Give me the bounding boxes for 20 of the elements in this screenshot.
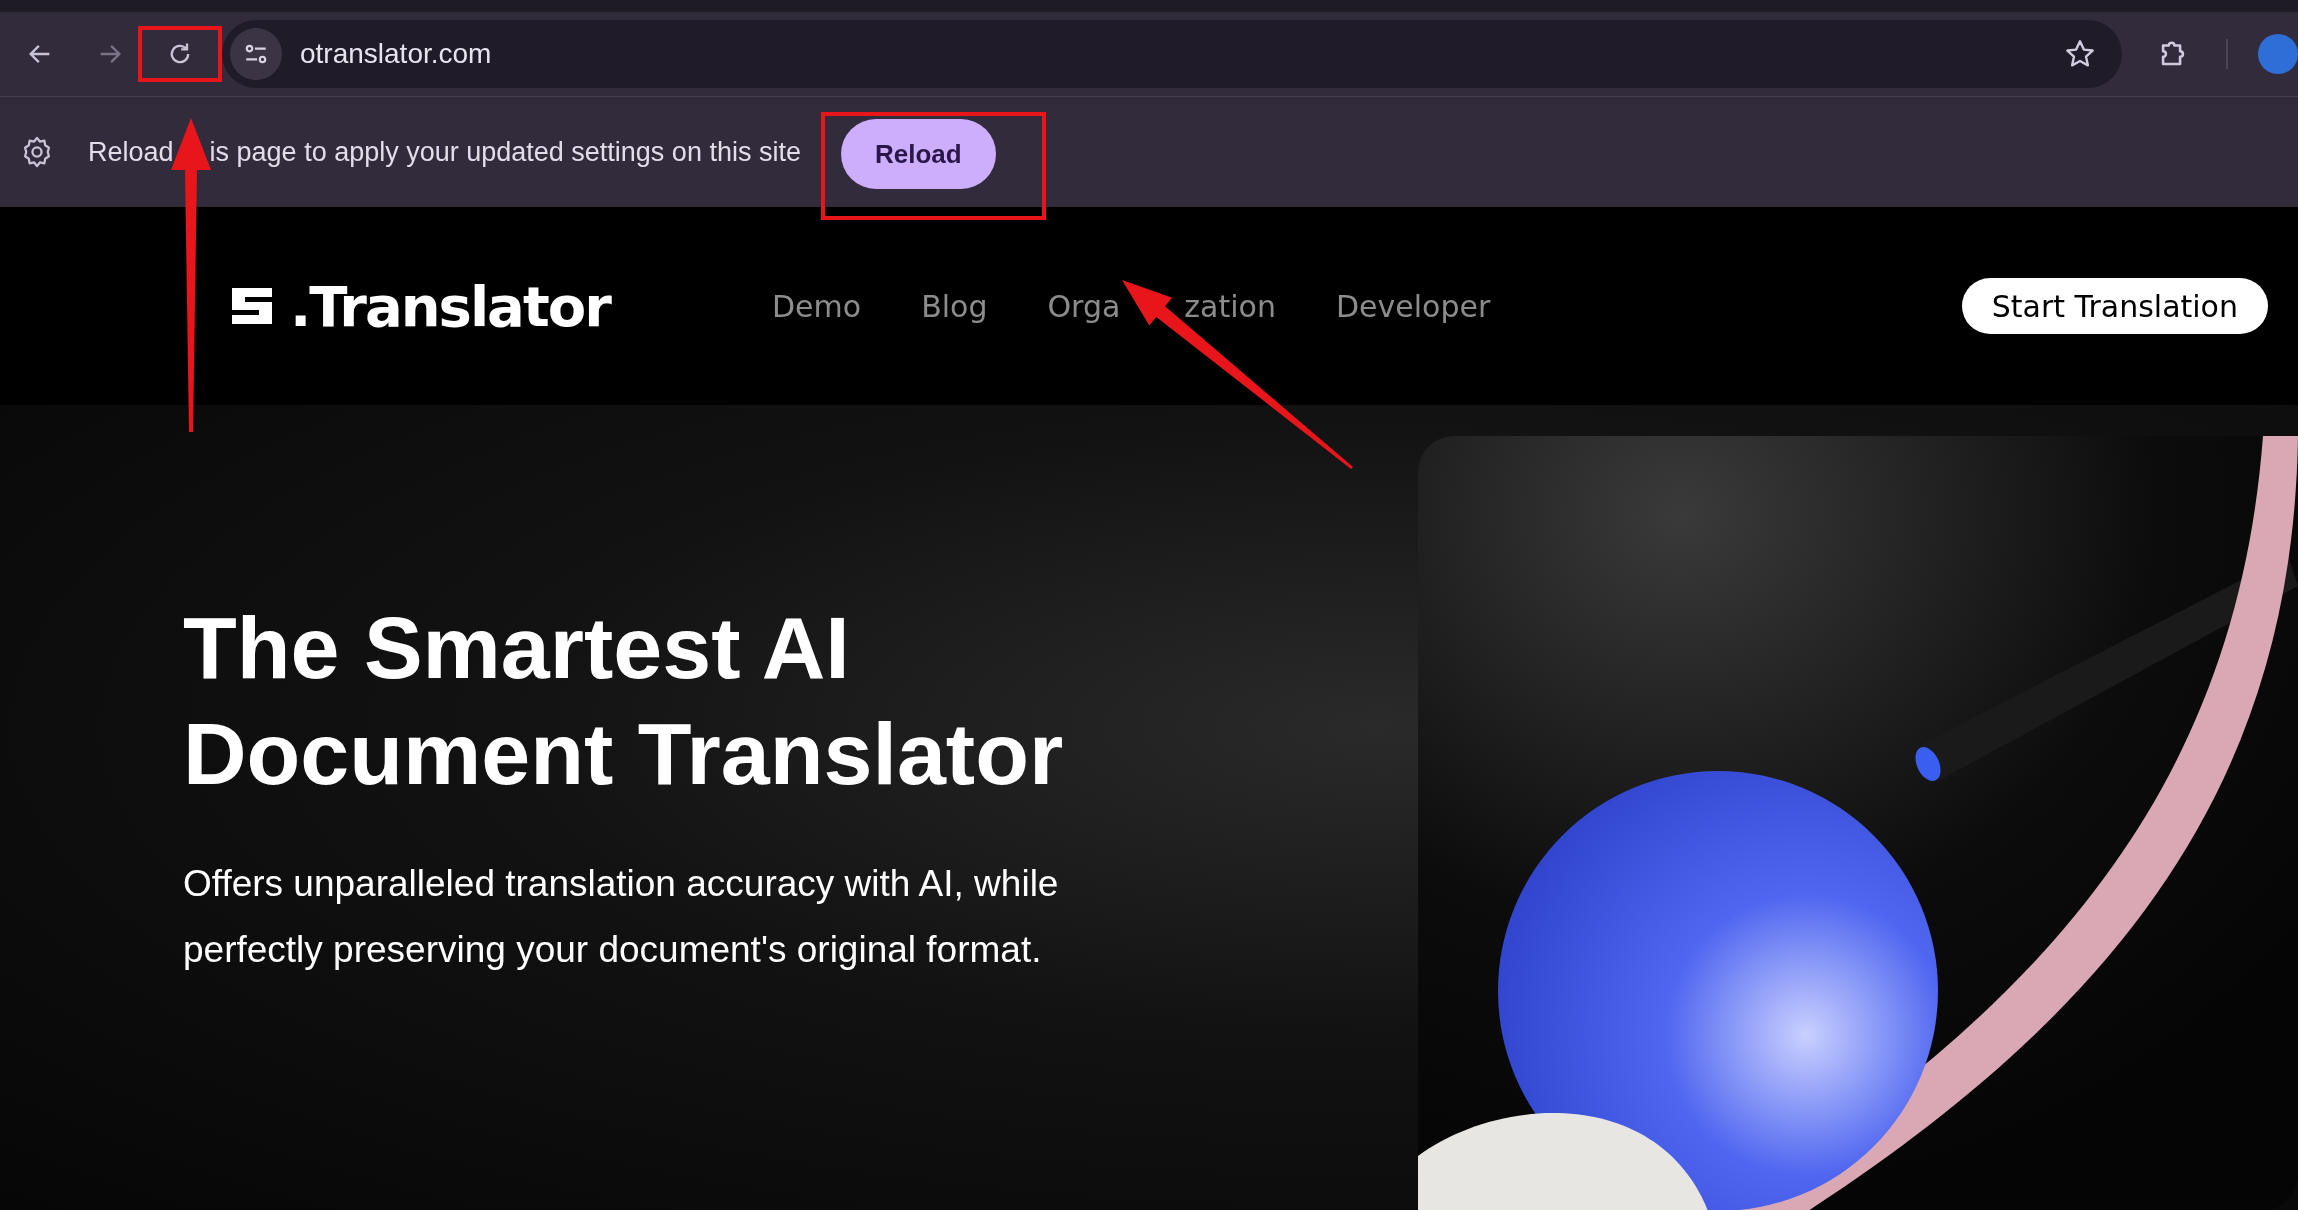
start-translation-button[interactable]: Start Translation [1961, 278, 2268, 334]
nav-link[interactable]: Demo [772, 288, 862, 324]
nav-link[interactable]: Orga [1047, 288, 1121, 324]
reload-button[interactable] [138, 26, 222, 82]
nav-link[interactable]: Blog [921, 288, 988, 324]
nav-link[interactable]: Developer [1335, 288, 1491, 324]
infobar-message: Reload [88, 136, 174, 168]
infobar-message: is page to apply your updated settings on this site [209, 136, 801, 168]
site-settings-icon[interactable] [230, 28, 282, 80]
hero-subtitle: Offers unparalleled translation accuracy with AI, while [183, 862, 1060, 906]
profile-avatar[interactable] [2258, 34, 2298, 74]
url-text: otranslator.com [300, 38, 493, 70]
logo-text: .Translator [290, 273, 610, 339]
logo-icon [232, 288, 272, 324]
nav-link[interactable]: zation [1184, 288, 1276, 324]
hero-title: Document Translator [183, 703, 1065, 805]
reload-button[interactable]: Reload [840, 119, 996, 189]
hero-subtitle: perfectly preserving your document's original format. [183, 928, 1043, 972]
hero-title: The Smartest AI [183, 597, 851, 699]
address-bar[interactable]: otranslator.com [222, 20, 2122, 88]
